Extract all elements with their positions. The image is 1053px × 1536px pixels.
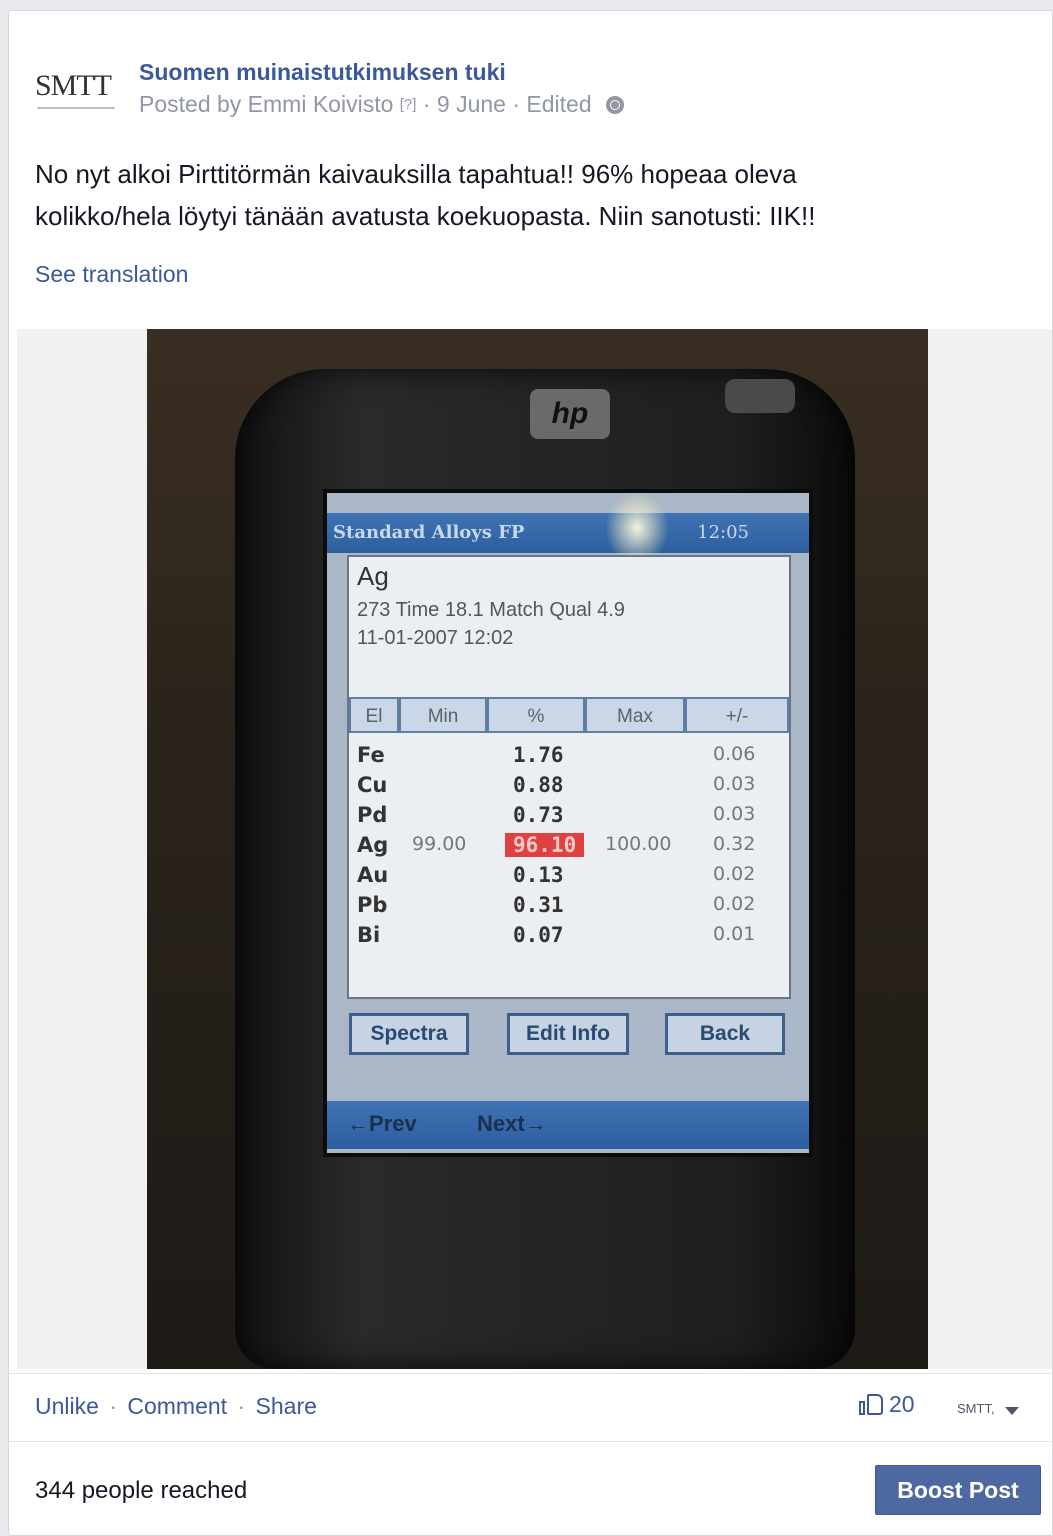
error-cell: 0.01 xyxy=(713,923,756,945)
element-cell: Fe xyxy=(357,743,385,767)
page-logo[interactable]: SMTT xyxy=(35,69,119,109)
comment-link[interactable]: Comment xyxy=(127,1393,227,1419)
max-cell: 100.00 xyxy=(605,833,672,855)
table-row: Pd 0.73 0.03 xyxy=(357,801,781,831)
chevron-down-icon[interactable] xyxy=(1005,1407,1019,1415)
screen-titlebar: Standard Alloys FP 12:05 xyxy=(327,513,809,553)
info-line: 11-01-2007 12:02 xyxy=(357,627,514,649)
thumbs-up-icon xyxy=(859,1392,885,1416)
back-button: Back xyxy=(665,1013,785,1055)
element-cell: Cu xyxy=(357,773,388,797)
share-link[interactable]: Share xyxy=(256,1393,317,1419)
prev-label: ←Prev xyxy=(347,1111,417,1136)
column-header: % xyxy=(487,697,585,733)
photo-container[interactable]: hp Standard Alloys FP 12:05 Ag 273 Time … xyxy=(17,329,1052,1369)
logo-text: SMTT xyxy=(35,69,112,102)
actor-selector[interactable]: SMTT, xyxy=(957,1401,995,1416)
table-row: Ag 99.00 96.10 100.00 0.32 xyxy=(357,831,781,861)
table-row: Cu 0.88 0.03 xyxy=(357,771,781,801)
error-cell: 0.03 xyxy=(713,803,756,825)
screen-clock: 12:05 xyxy=(697,522,749,543)
table-row: Au 0.13 0.02 xyxy=(357,861,781,891)
next-label: Next→ xyxy=(477,1111,547,1136)
min-cell: 99.00 xyxy=(412,833,467,855)
like-count-value: 20 xyxy=(889,1391,915,1417)
post-text: No nyt alkoi Pirttitörmän kaivauksilla t… xyxy=(35,153,1035,237)
error-cell: 0.02 xyxy=(713,863,756,885)
edit-info-button: Edit Info xyxy=(507,1013,629,1055)
column-header: +/- xyxy=(685,697,789,733)
post-photo[interactable]: hp Standard Alloys FP 12:05 Ag 273 Time … xyxy=(147,329,928,1369)
device-screen: Standard Alloys FP 12:05 Ag 273 Time 18.… xyxy=(323,489,813,1157)
table-row: Pb 0.31 0.02 xyxy=(357,891,781,921)
percent-cell: 0.73 xyxy=(513,803,564,827)
percent-cell: 0.88 xyxy=(513,773,564,797)
info-line: 273 Time 18.1 Match Qual 4.9 xyxy=(357,599,625,621)
reach-count[interactable]: 344 people reached xyxy=(35,1477,247,1505)
divider xyxy=(9,1441,1052,1442)
power-button xyxy=(725,379,795,413)
app-title: Standard Alloys FP xyxy=(333,522,525,543)
light-glare xyxy=(607,493,667,563)
element-cell: Pb xyxy=(357,893,388,917)
element-cell: Bi xyxy=(357,923,381,947)
boost-post-button[interactable]: Boost Post xyxy=(875,1465,1041,1515)
percent-cell: 0.31 xyxy=(513,893,564,917)
percent-cell: 0.13 xyxy=(513,863,564,887)
percent-cell: 0.07 xyxy=(513,923,564,947)
see-translation-link[interactable]: See translation xyxy=(35,261,188,288)
column-headers: El Min % Max +/- xyxy=(349,697,789,735)
separator: · xyxy=(237,1393,246,1419)
column-header: Max xyxy=(585,697,685,733)
divider xyxy=(9,1373,1052,1374)
alloy-name: Ag xyxy=(357,561,389,591)
hp-logo: hp xyxy=(530,389,610,439)
error-cell: 0.06 xyxy=(713,743,756,765)
result-panel: Ag 273 Time 18.1 Match Qual 4.9 11-01-20… xyxy=(347,555,791,999)
screen-navbar: ←Prev Next→ xyxy=(327,1101,809,1149)
column-header: El xyxy=(349,697,399,733)
spectra-button: Spectra xyxy=(349,1013,469,1055)
help-link[interactable]: [?] xyxy=(400,96,417,113)
post-meta: Posted by Emmi Koivisto [?] · 9 June · E… xyxy=(139,91,624,118)
percent-cell: 1.76 xyxy=(513,743,564,767)
element-table: Fe 1.76 0.06 Cu 0.88 0.03 Pd 0.73 0.03 A… xyxy=(357,741,781,951)
table-row: Bi 0.07 0.01 xyxy=(357,921,781,951)
column-header: Min xyxy=(399,697,487,733)
element-cell: Pd xyxy=(357,803,388,827)
error-cell: 0.03 xyxy=(713,773,756,795)
like-count[interactable]: 20 xyxy=(859,1391,915,1418)
separator: · xyxy=(109,1393,117,1419)
percent-cell-highlighted: 96.10 xyxy=(505,833,585,857)
post-actions: Unlike · Comment · Share xyxy=(35,1393,317,1420)
table-row: Fe 1.76 0.06 xyxy=(357,741,781,771)
posted-by: Posted by Emmi Koivisto xyxy=(139,91,394,117)
page-name-link[interactable]: Suomen muinaistutkimuksen tuki xyxy=(139,59,506,86)
error-cell: 0.32 xyxy=(713,833,756,855)
globe-icon[interactable] xyxy=(606,96,624,114)
error-cell: 0.02 xyxy=(713,893,756,915)
pda-device: hp Standard Alloys FP 12:05 Ag 273 Time … xyxy=(235,369,855,1369)
post-text-line: kolikko/hela löytyi tänään avatusta koek… xyxy=(35,201,816,231)
unlike-link[interactable]: Unlike xyxy=(35,1393,99,1419)
post-date[interactable]: · 9 June · Edited xyxy=(423,91,592,117)
element-cell: Au xyxy=(357,863,389,887)
logo-underline xyxy=(37,107,115,109)
element-cell: Ag xyxy=(357,833,389,857)
post-header: SMTT Suomen muinaistutkimuksen tuki Post… xyxy=(35,49,935,119)
post-text-line: No nyt alkoi Pirttitörmän kaivauksilla t… xyxy=(35,159,797,189)
post-card: SMTT Suomen muinaistutkimuksen tuki Post… xyxy=(8,10,1053,1536)
